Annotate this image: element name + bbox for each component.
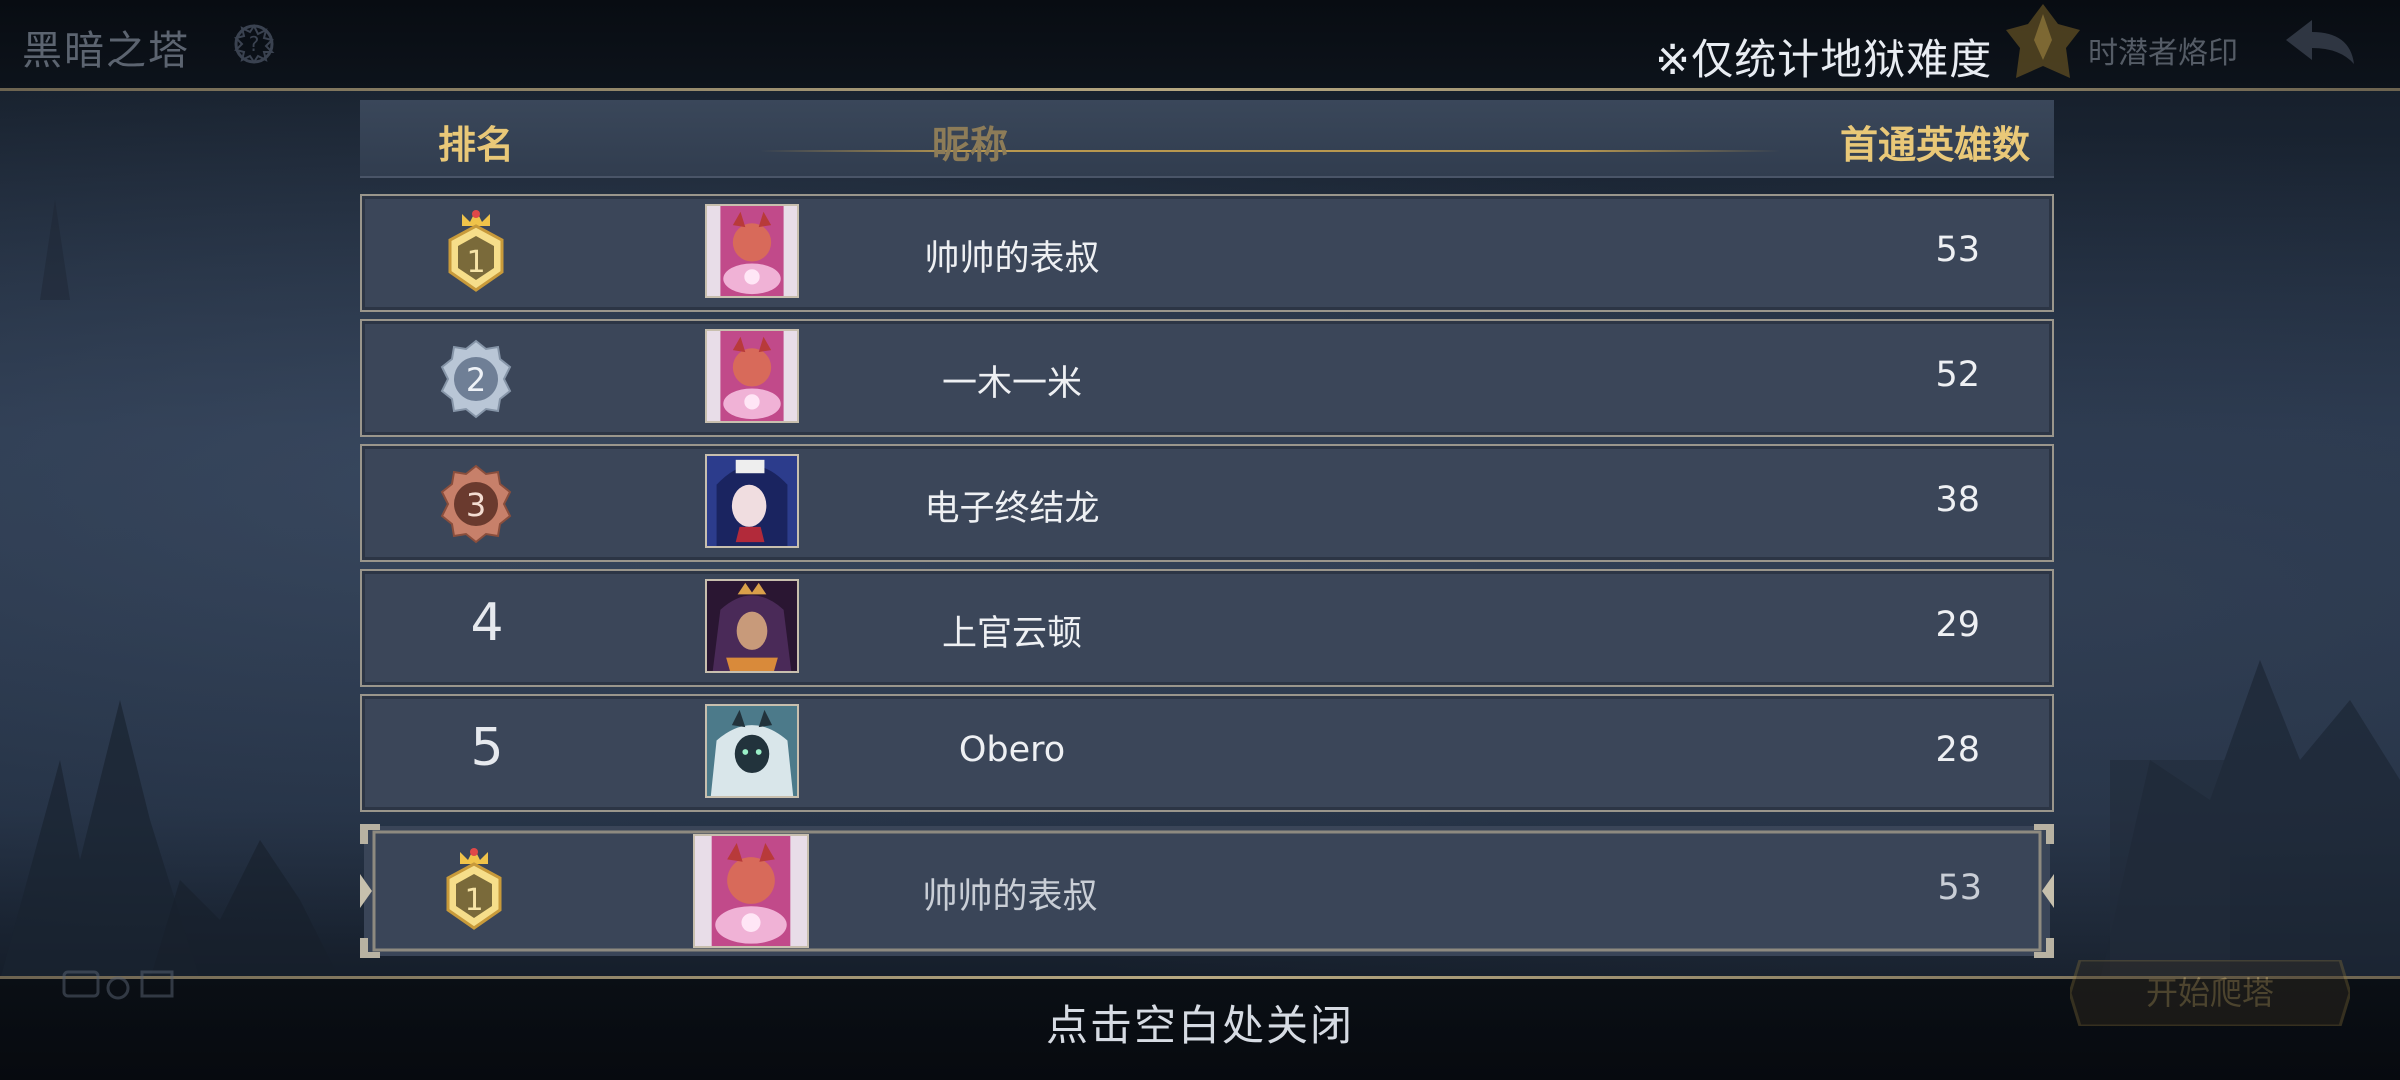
leaderboard-row[interactable]: 1 帅帅的表叔 53 <box>360 194 2054 312</box>
avatar-portrait-icon <box>707 706 797 796</box>
player-avatar[interactable] <box>705 204 799 298</box>
player-nickname: 上官云顿 <box>941 614 1082 654</box>
brand-label: 时潜者烙印 <box>2088 36 2238 71</box>
leaderboard-row[interactable]: 5 Obero 28 <box>360 694 2054 812</box>
medal-rank-number: 2 <box>466 361 486 399</box>
avatar-portrait-icon <box>707 581 797 671</box>
avatar-portrait-icon <box>707 331 797 421</box>
leaderboard-row[interactable]: 3 电子终结龙 38 <box>360 444 2054 562</box>
leaderboard-row[interactable]: 4 上官云顿 29 <box>360 569 2054 687</box>
player-nickname: Obero <box>958 730 1066 770</box>
my-rank-frame <box>360 824 2054 958</box>
svg-text:?: ? <box>249 32 260 56</box>
my-hero-count: 53 <box>1937 868 1982 908</box>
rank-column-header: 排名 <box>438 123 515 167</box>
player-nickname: 电子终结龙 <box>924 489 1100 529</box>
silver-medal-icon: 2 <box>440 339 512 419</box>
avatar-portrait-icon <box>707 456 797 546</box>
my-nickname: 帅帅的表叔 <box>922 877 1098 917</box>
bronze-medal-icon: 3 <box>440 464 512 544</box>
first-clear-hero-count: 38 <box>1935 480 1980 520</box>
first-clear-hero-count: 29 <box>1935 605 1980 645</box>
leaderboard-row[interactable]: 2 一木一米 52 <box>360 319 2054 437</box>
leaderboard-panel: 排名 昵称 首通英雄数 1 帅帅的表叔 53 2 一木一米 52 3 电子终结龙… <box>360 100 2054 958</box>
game-title: 黑暗之塔 <box>22 28 190 74</box>
first-clear-hero-count: 53 <box>1935 230 1980 270</box>
medal-rank-number: 1 <box>466 245 485 280</box>
tap-to-close-hint[interactable]: 点击空白处关闭 <box>0 992 2400 1053</box>
medal-rank-number: 1 <box>464 883 483 918</box>
gold-medal-icon: 1 <box>448 210 504 292</box>
player-avatar[interactable] <box>705 704 799 798</box>
my-avatar[interactable] <box>693 834 809 948</box>
help-icon[interactable]: ? <box>230 20 278 68</box>
player-nickname: 帅帅的表叔 <box>924 239 1100 279</box>
player-avatar[interactable] <box>705 454 799 548</box>
first-clear-hero-count: 28 <box>1935 730 1980 770</box>
leaderboard-header: 排名 昵称 首通英雄数 <box>360 100 2054 178</box>
player-avatar[interactable] <box>705 579 799 673</box>
header-decor-line <box>760 150 1780 152</box>
gold-medal-icon: 1 <box>446 848 502 930</box>
back-arrow-icon[interactable] <box>2280 14 2360 74</box>
avatar-portrait-icon <box>695 836 807 946</box>
hell-difficulty-note: ※仅统计地狱难度 <box>1655 35 1993 84</box>
first-clear-hero-count: 52 <box>1935 355 1980 395</box>
avatar-portrait-icon <box>707 206 797 296</box>
top-divider <box>0 88 2400 91</box>
rank-number: 4 <box>470 593 504 653</box>
top-bar: 黑暗之塔 ? ※仅统计地狱难度 时潜者烙印 <box>0 0 2400 88</box>
my-rank-row[interactable]: 1 帅帅的表叔 53 <box>360 824 2054 958</box>
medal-rank-number: 3 <box>466 486 486 524</box>
rank-number: 5 <box>470 718 504 778</box>
nickname-column-header: 昵称 <box>932 123 1009 167</box>
player-avatar[interactable] <box>705 329 799 423</box>
brand-emblem-icon <box>2006 4 2080 78</box>
hero-count-column-header: 首通英雄数 <box>1839 123 2030 167</box>
player-nickname: 一木一米 <box>941 364 1082 404</box>
